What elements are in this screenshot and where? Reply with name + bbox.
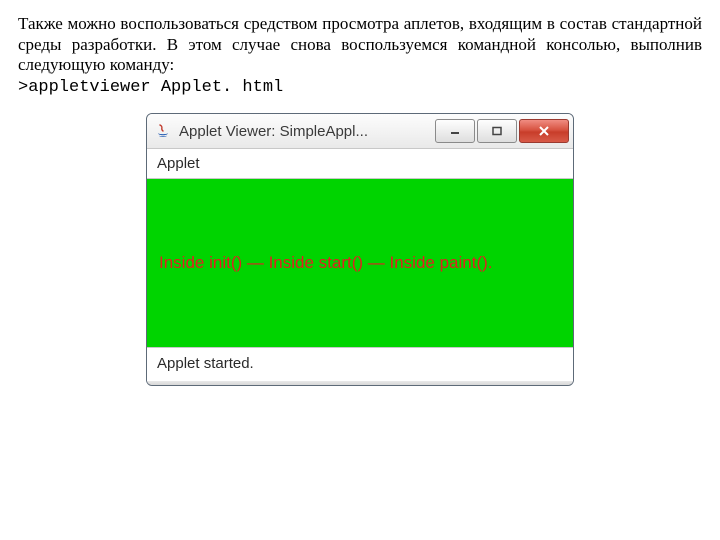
applet-viewer-window: Applet Viewer: SimpleAppl... Applet — [146, 113, 574, 386]
menubar: Applet — [147, 149, 573, 179]
statusbar: Applet started. — [147, 347, 573, 381]
menu-applet[interactable]: Applet — [157, 155, 200, 172]
status-text: Applet started. — [157, 355, 254, 372]
intro-paragraph: Также можно воспользоваться средством пр… — [18, 14, 702, 76]
window-title: Applet Viewer: SimpleAppl... — [179, 123, 435, 140]
window-controls — [435, 119, 569, 143]
figure: Applet Viewer: SimpleAppl... Applet — [18, 113, 702, 386]
window-bottom-edge — [147, 381, 573, 385]
command-line: >appletviewer Applet. html — [18, 78, 702, 97]
close-button[interactable] — [519, 119, 569, 143]
applet-output-text: Inside init() — Inside start() — Inside … — [159, 253, 493, 273]
maximize-button[interactable] — [477, 119, 517, 143]
titlebar: Applet Viewer: SimpleAppl... — [147, 114, 573, 149]
applet-canvas: Inside init() — Inside start() — Inside … — [147, 179, 573, 347]
minimize-button[interactable] — [435, 119, 475, 143]
java-icon — [155, 123, 171, 139]
